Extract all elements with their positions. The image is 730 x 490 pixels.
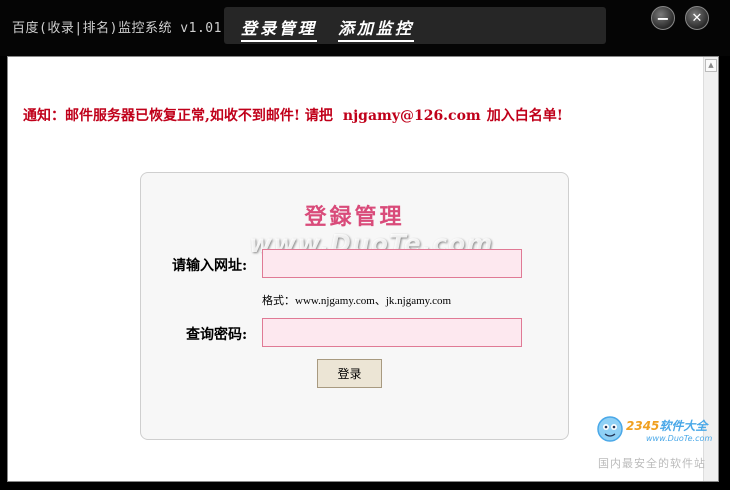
- login-button[interactable]: 登录: [317, 359, 382, 388]
- minimize-button[interactable]: −: [651, 6, 675, 30]
- notice-banner: 通知：邮件服务器已恢复正常,如收不到邮件! 请把 njgamy@126.com 加入…: [23, 105, 563, 125]
- notice-prefix: 通知：邮件服务器已恢复正常,如收不到邮件! 请把: [23, 108, 333, 124]
- close-button[interactable]: ✕: [685, 6, 709, 30]
- url-label: 请输入网址:: [172, 258, 248, 274]
- mascot-logo-icon: [597, 416, 623, 442]
- notice-email: njgamy@126.com: [342, 108, 481, 124]
- tab-add-monitor[interactable]: 添加监控: [338, 15, 415, 42]
- site-brand: 2345软件大全: [626, 417, 707, 434]
- notice-suffix: 加入白名单!: [486, 108, 563, 124]
- login-panel: 登録管理 www.DuoTe.com 请输入网址: 格式：www.njgamy.…: [140, 172, 569, 440]
- scroll-up-arrow-icon[interactable]: ▲: [705, 59, 717, 72]
- password-input[interactable]: [262, 318, 522, 347]
- site-brand-suffix: 软件大全: [659, 419, 708, 433]
- site-brand-prefix: 2345: [626, 419, 660, 433]
- site-watermark: 2345软件大全 www.DuoTe.com 国内最安全的软件站: [588, 413, 722, 473]
- tab-login-management[interactable]: 登录管理: [241, 15, 318, 42]
- site-url: www.DuoTe.com: [646, 434, 713, 443]
- site-slogan: 国内最安全的软件站: [598, 457, 706, 470]
- password-label: 查询密码:: [186, 327, 248, 343]
- close-icon: ✕: [691, 10, 703, 26]
- minimize-icon: −: [656, 8, 670, 28]
- title-bar: 百度(收录|排名)监控系统 v1.01 登录管理 添加监控 − ✕: [0, 0, 730, 56]
- url-input[interactable]: [262, 249, 522, 278]
- nav-panel: 登录管理 添加监控: [224, 7, 606, 44]
- format-hint: 格式：www.njgamy.com、jk.njgamy.com: [262, 295, 452, 307]
- login-title: 登録管理: [304, 204, 405, 230]
- app-title: 百度(收录|排名)监控系统 v1.01: [12, 21, 222, 36]
